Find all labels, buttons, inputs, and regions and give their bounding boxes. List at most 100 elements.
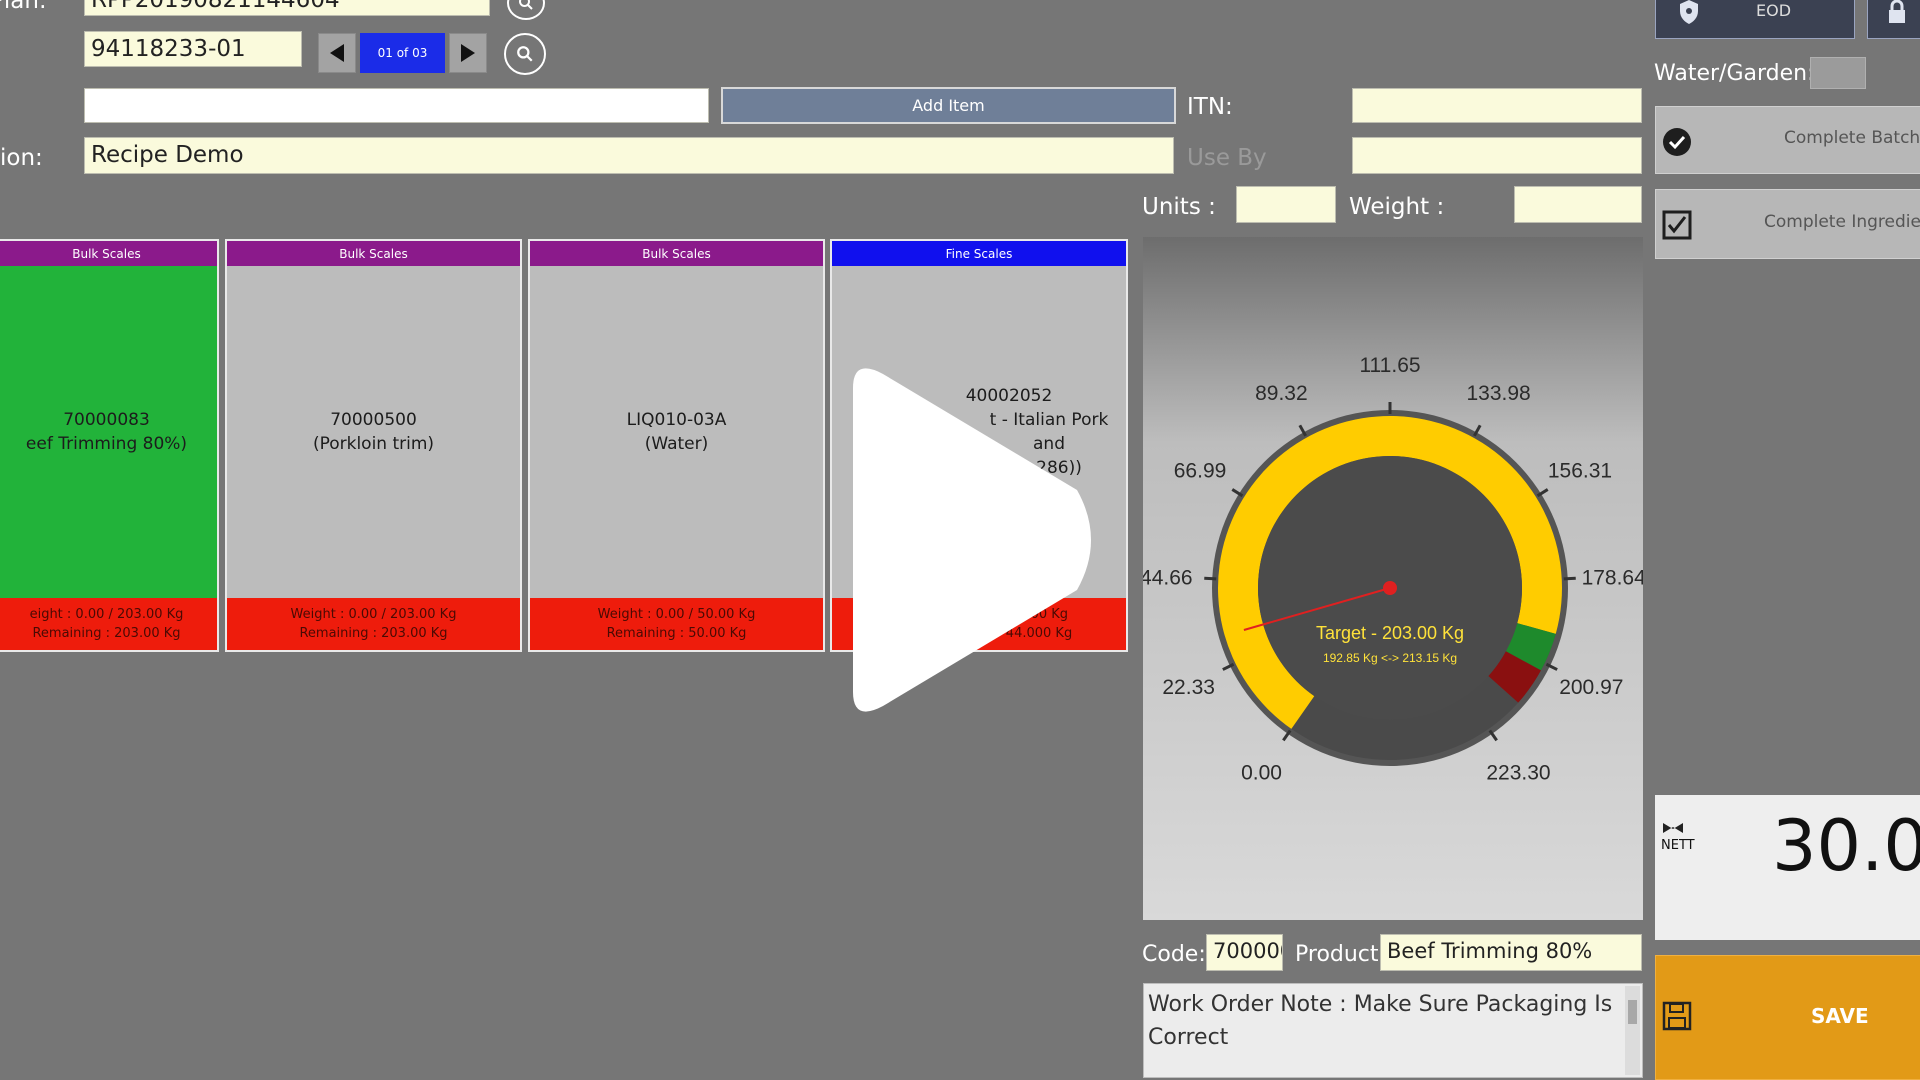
complete-ingredient-button[interactable]: Complete Ingredien	[1655, 189, 1920, 259]
description-field[interactable]: Recipe Demo	[84, 137, 1174, 174]
gauge-tick-label: 66.99	[1174, 459, 1227, 482]
card-weight: Weight : 0.00 / 203.00 Kg	[290, 607, 457, 622]
card-scale-label: Bulk Scales	[339, 246, 408, 261]
gauge-tick-label: 156.31	[1548, 459, 1612, 482]
page-indicator-label: 01 of 03	[377, 46, 428, 60]
checkbox-checked-icon	[1662, 210, 1692, 240]
water-garden-label: Water/Garden:	[1654, 61, 1815, 86]
scale-display: NETT 30.00	[1655, 795, 1920, 940]
product-field[interactable]: Beef Trimming 80%	[1380, 934, 1642, 971]
card-code: LIQ010-03A	[626, 410, 727, 430]
code-field[interactable]: 700000	[1206, 934, 1283, 971]
card-remaining: Remaining : 203.00 Kg	[32, 626, 181, 641]
card-scale-header: Bulk Scales	[227, 241, 520, 266]
plan-search-button[interactable]	[507, 0, 545, 20]
ingredient-card[interactable]: Bulk Scales 70000083 eef Trimming 80%) e…	[0, 239, 219, 652]
card-scale-label: Bulk Scales	[642, 246, 711, 261]
scrollbar-thumb[interactable]	[1628, 1000, 1637, 1024]
gauge-range-text: 192.85 Kg <-> 213.15 Kg	[1323, 651, 1457, 665]
gauge-tick-label: 0.00	[1241, 761, 1282, 784]
units-label: Units :	[1142, 194, 1216, 220]
card-scale-label: Bulk Scales	[72, 246, 141, 261]
play-icon	[853, 368, 1091, 712]
gauge-tick-label: 22.33	[1162, 676, 1215, 699]
ingredient-card[interactable]: Bulk Scales 70000500 (Porkloin trim) Wei…	[225, 239, 522, 652]
weight-field[interactable]	[1514, 186, 1642, 223]
gauge-tick-label: 133.98	[1466, 382, 1530, 405]
eod-label: EOD	[1756, 1, 1792, 20]
note-text: Work Order Note : Make Sure Packaging Is…	[1148, 992, 1613, 1050]
card-code: 70000500	[330, 410, 417, 430]
add-item-label: Add Item	[912, 96, 985, 115]
gauge-tick-label: 111.65	[1359, 354, 1420, 377]
gauge-tick	[1563, 576, 1576, 581]
card-status: Weight : 0.00 / 50.00 Kg Remaining : 50.…	[530, 598, 823, 650]
ingredient-card[interactable]: Bulk Scales LIQ010-03A (Water) Weight : …	[528, 239, 825, 652]
triangle-right-icon	[461, 44, 475, 62]
scale-reading: 30.00	[1772, 805, 1920, 887]
batch-field[interactable]: 94118233-01	[84, 31, 302, 67]
card-code: 70000083	[63, 410, 150, 430]
complete-batch-button[interactable]: Complete Batch	[1655, 106, 1920, 174]
complete-batch-label: Complete Batch	[1784, 128, 1920, 148]
gauge-tick-label: 89.32	[1255, 382, 1308, 405]
batch-search-button[interactable]	[504, 33, 546, 75]
card-scale-header: Bulk Scales	[0, 241, 217, 266]
plan-field[interactable]: RPP20190821144604	[84, 0, 490, 16]
itn-field[interactable]	[1352, 88, 1642, 123]
nett-label: NETT	[1661, 838, 1695, 853]
gauge-tick	[1204, 576, 1217, 581]
water-garden-field[interactable]	[1810, 57, 1866, 89]
gauge-needle-hub	[1383, 581, 1397, 595]
search-icon	[519, 0, 533, 10]
card-name: (Porkloin trim)	[312, 434, 435, 454]
card-name: (Water)	[644, 434, 709, 454]
card-scale-label: Fine Scales	[945, 246, 1013, 261]
item-input[interactable]	[84, 88, 709, 123]
card-body: 70000083 eef Trimming 80%)	[0, 266, 217, 598]
lock-icon	[1889, 0, 1905, 23]
shield-icon	[1680, 0, 1698, 24]
use-by-field[interactable]	[1352, 137, 1642, 174]
card-remaining: Remaining : 50.00 Kg	[606, 626, 747, 641]
card-body: 70000500 (Porkloin trim)	[227, 266, 520, 598]
add-item-button[interactable]: Add Item	[721, 87, 1176, 124]
search-icon	[517, 46, 533, 62]
card-status: Weight : 0.00 / 203.00 Kg Remaining : 20…	[227, 598, 520, 650]
gauge-tick-label: 223.30	[1486, 761, 1550, 784]
scale-bowtie-icon	[1663, 823, 1683, 833]
check-circle-icon	[1663, 128, 1691, 156]
work-order-note: Work Order Note : Make Sure Packaging Is…	[1143, 983, 1643, 1078]
gauge-panel: 0.00 22.33 44.66 66.99 89.32 111.65 133.98 156.…	[1140, 237, 1646, 920]
card-weight: Weight : 0.00 / 50.00 Kg	[597, 607, 756, 622]
units-field[interactable]	[1236, 186, 1336, 223]
plan-label: Plan:	[0, 0, 47, 14]
gauge-tick-label: 200.97	[1559, 676, 1623, 699]
card-scale-header: Fine Scales	[832, 241, 1126, 266]
itn-label: ITN:	[1187, 94, 1233, 120]
product-label: Product	[1295, 942, 1379, 967]
card-body: LIQ010-03A (Water)	[530, 266, 823, 598]
lock-button[interactable]	[1867, 0, 1920, 39]
gauge-tick-label: 44.66	[1143, 566, 1193, 589]
card-status: eight : 0.00 / 203.00 Kg Remaining : 203…	[0, 598, 217, 650]
note-scrollbar[interactable]	[1625, 986, 1640, 1075]
weight-label: Weight :	[1349, 194, 1445, 220]
page-indicator: 01 of 03	[360, 33, 445, 73]
next-page-button[interactable]	[449, 33, 487, 73]
prev-page-button[interactable]	[318, 33, 356, 73]
gauge-tick-label: 178.64	[1582, 566, 1643, 589]
save-label: SAVE	[1811, 1004, 1869, 1028]
use-by-label: Use By	[1187, 145, 1267, 171]
floppy-disk-icon	[1662, 1001, 1692, 1031]
code-label: Code:	[1142, 942, 1206, 967]
triangle-left-icon	[330, 44, 344, 62]
video-play-button[interactable]	[815, 358, 1105, 722]
card-name: eef Trimming 80%)	[25, 434, 188, 454]
card-weight: eight : 0.00 / 203.00 Kg	[29, 607, 184, 622]
card-remaining: Remaining : 203.00 Kg	[299, 626, 448, 641]
save-button[interactable]: SAVE	[1655, 955, 1920, 1080]
eod-button[interactable]: EOD	[1655, 0, 1855, 39]
gauge-target-text: Target - 203.00 Kg	[1316, 623, 1464, 643]
weight-gauge: 0.00 22.33 44.66 66.99 89.32 111.65 133.98 156.…	[1140, 354, 1646, 784]
